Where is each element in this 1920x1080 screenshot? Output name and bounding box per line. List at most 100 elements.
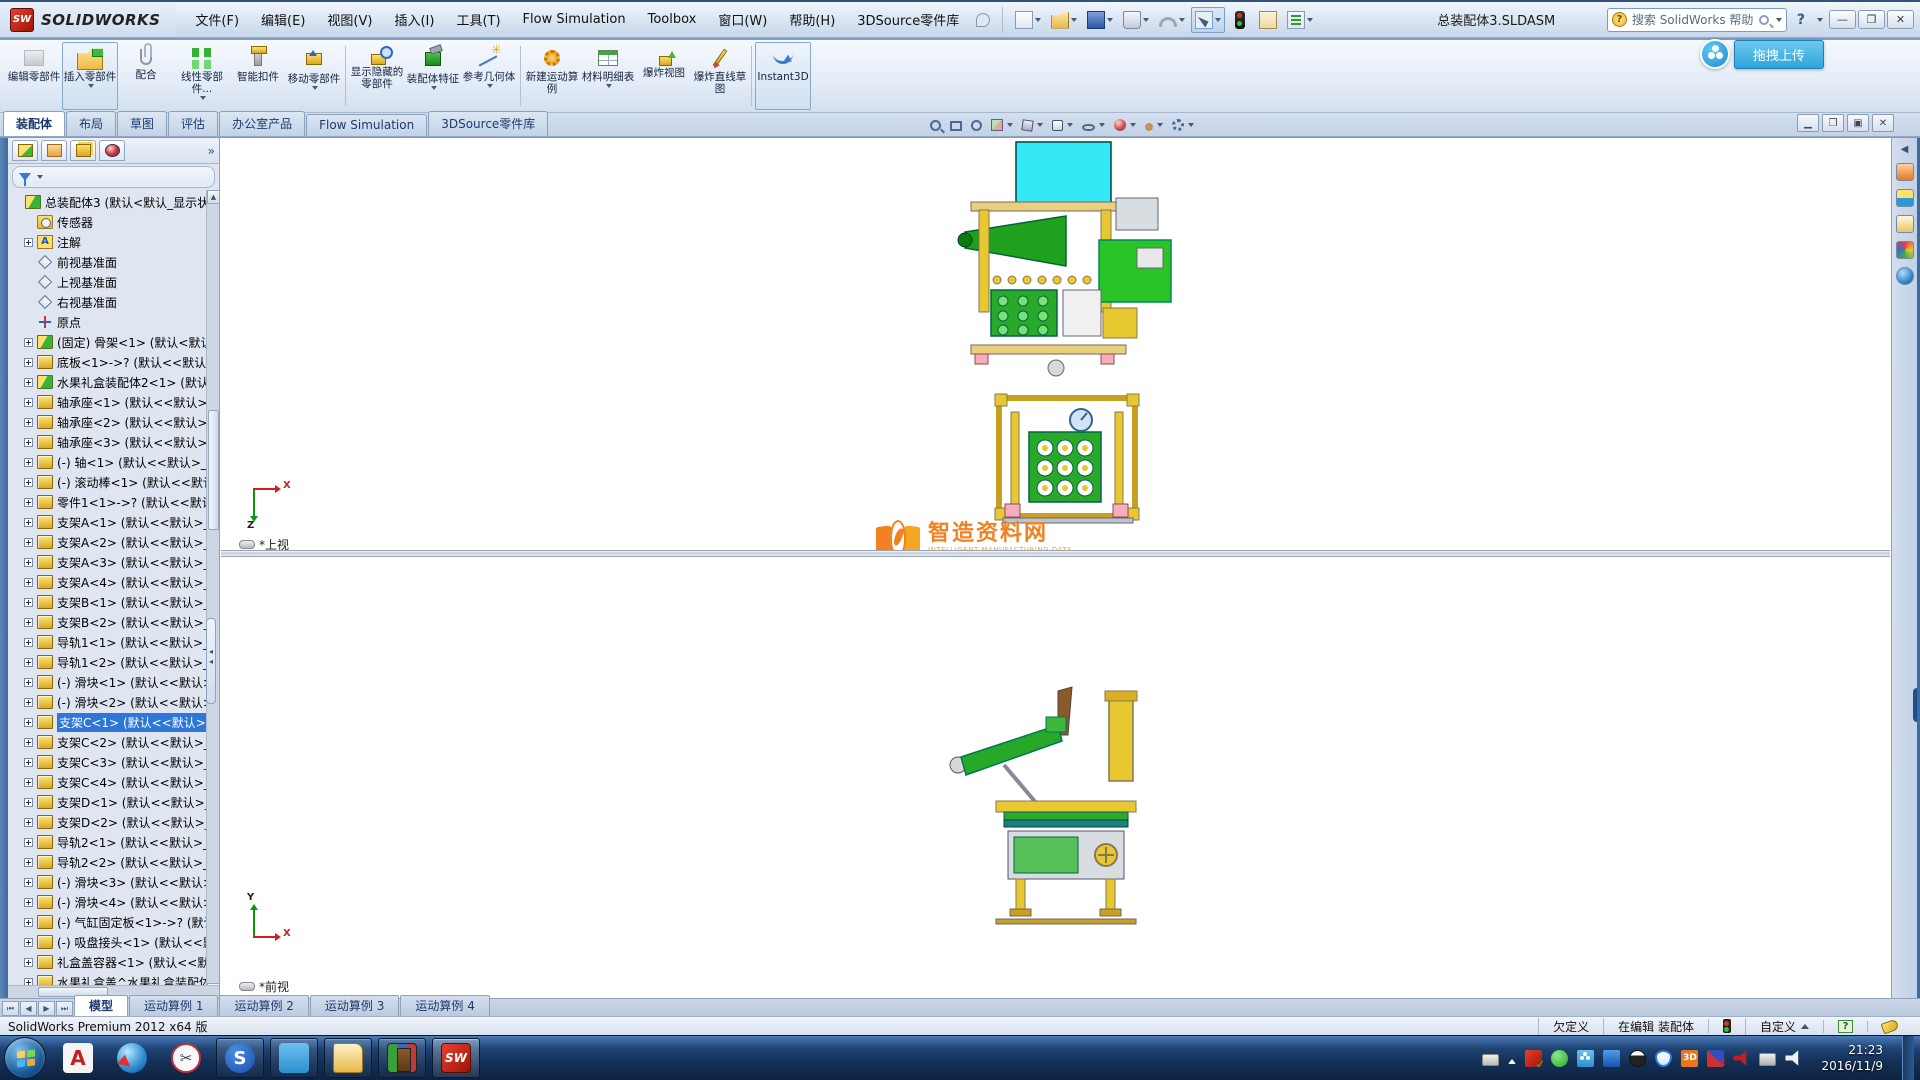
ribbon-button[interactable]: 配合 — [118, 42, 174, 110]
taskbar-app-button[interactable]: A — [54, 1038, 102, 1078]
menu-item[interactable]: 窗口(W) — [707, 2, 778, 37]
zoom-fit-button[interactable] — [930, 120, 941, 131]
taskbar-app-button[interactable]: ✂ — [162, 1038, 210, 1078]
expand-plus-icon[interactable] — [24, 338, 33, 347]
expand-plus-icon[interactable] — [24, 238, 33, 247]
command-tab[interactable]: 评估 — [168, 111, 218, 136]
dropdown-arrow-icon[interactable] — [487, 84, 493, 88]
expand-plus-icon[interactable] — [24, 758, 33, 767]
tray-icon[interactable] — [1655, 1050, 1672, 1067]
dropdown-arrow-icon[interactable] — [88, 84, 94, 88]
tree-item[interactable]: 前视基准面 — [8, 252, 219, 272]
undo-button[interactable] — [1155, 7, 1189, 33]
tray-icon[interactable] — [1525, 1050, 1542, 1067]
tree-item[interactable]: 总装配体3 (默认<默认_显示状 — [8, 192, 219, 212]
search-icon[interactable] — [1759, 15, 1769, 25]
expand-plus-icon[interactable] — [24, 478, 33, 487]
tray-icon[interactable] — [1508, 1059, 1516, 1064]
tree-item[interactable]: 传感器 — [8, 212, 219, 232]
expand-plus-icon[interactable] — [24, 938, 33, 947]
save-button[interactable] — [1083, 7, 1117, 33]
new-document-button[interactable] — [1011, 7, 1045, 33]
tray-icon[interactable] — [1785, 1050, 1802, 1067]
show-desktop-button[interactable] — [1902, 1036, 1914, 1080]
tree-item[interactable]: 注解 — [8, 232, 219, 252]
expand-plus-icon[interactable] — [24, 738, 33, 747]
ribbon-button[interactable]: 爆炸直线草图 — [692, 42, 748, 110]
tray-icon[interactable] — [1577, 1050, 1594, 1067]
expand-plus-icon[interactable] — [24, 878, 33, 887]
expand-plus-icon[interactable] — [24, 958, 33, 967]
ribbon-button[interactable]: 智能扣件 — [230, 42, 286, 110]
tree-item[interactable]: (固定) 骨架<1> (默认<默认 — [8, 332, 219, 352]
search-box[interactable]: ? 搜索 SolidWorks 帮助 — [1607, 8, 1787, 32]
child-restore-button[interactable]: ❐ — [1822, 114, 1844, 132]
ribbon-button[interactable]: 编辑零部件 — [6, 42, 62, 110]
model-tab[interactable]: 运动算例 2 — [219, 995, 308, 1016]
tree-item[interactable]: (-) 气缸固定板<1>->? (默认 — [8, 912, 219, 932]
scrollbar-thumb[interactable] — [208, 410, 219, 530]
status-help-button[interactable]: ? — [1823, 1020, 1867, 1033]
expand-plus-icon[interactable] — [24, 358, 33, 367]
expand-plus-icon[interactable] — [24, 378, 33, 387]
tree-item[interactable]: 导轨1<1> (默认<<默认>_ — [8, 632, 219, 652]
solidworks-resources-icon[interactable] — [1896, 163, 1914, 181]
tree-vertical-scrollbar[interactable]: ▲ ▼ — [206, 190, 219, 985]
expand-plus-icon[interactable] — [24, 518, 33, 527]
taskbar-app-button[interactable] — [324, 1038, 372, 1078]
help-button[interactable]: ? — [1793, 12, 1809, 28]
viewport-split-bar[interactable] — [221, 550, 1890, 557]
ribbon-button[interactable]: 装配体特征 — [405, 42, 461, 110]
model-tab[interactable]: 运动算例 3 — [310, 995, 399, 1016]
expand-plus-icon[interactable] — [24, 838, 33, 847]
menu-item[interactable]: 编辑(E) — [250, 2, 316, 37]
expand-plus-icon[interactable] — [24, 898, 33, 907]
pin-icon[interactable] — [976, 13, 990, 27]
ribbon-button[interactable]: 插入零部件 — [62, 42, 118, 110]
tree-item[interactable]: 导轨2<2> (默认<<默认>_ — [8, 852, 219, 872]
tree-item[interactable]: (-) 滑块<2> (默认<<默认> — [8, 692, 219, 712]
last-tab-button[interactable]: ⏭ — [56, 1001, 73, 1016]
tree-item[interactable]: (-) 轴<1> (默认<<默认>_显 — [8, 452, 219, 472]
model-tab[interactable]: 模型 — [74, 995, 128, 1016]
previous-view-button[interactable] — [971, 120, 982, 131]
status-tag-button[interactable] — [1867, 1021, 1912, 1032]
child-minimize-button[interactable]: ▁ — [1797, 114, 1819, 132]
tray-icon[interactable] — [1759, 1053, 1776, 1066]
tree-filter-bar[interactable] — [12, 166, 215, 188]
command-tab[interactable]: 装配体 — [3, 111, 65, 136]
taskbar-app-button[interactable] — [270, 1038, 318, 1078]
expand-plus-icon[interactable] — [24, 418, 33, 427]
status-units-selector[interactable]: 自定义 — [1745, 1018, 1823, 1035]
drag-upload-overlay[interactable]: 拖拽上传 — [1700, 40, 1824, 68]
scroll-up-arrow[interactable]: ▲ — [207, 190, 219, 204]
expand-plus-icon[interactable] — [24, 918, 33, 927]
expand-plus-icon[interactable] — [24, 798, 33, 807]
panel-tabs-overflow[interactable]: » — [208, 144, 215, 158]
ribbon-button[interactable]: 线性零部件... — [174, 42, 230, 110]
tree-item[interactable]: 水果礼盒盖^水果礼盒装配体 — [8, 972, 219, 985]
appearances-palette-icon[interactable] — [1896, 241, 1914, 259]
tree-item[interactable]: 支架A<4> (默认<<默认>_ — [8, 572, 219, 592]
tree-item[interactable]: 水果礼盒装配体2<1> (默认 — [8, 372, 219, 392]
expand-plus-icon[interactable] — [24, 558, 33, 567]
view-settings-button[interactable] — [1172, 119, 1194, 131]
tree-item[interactable]: 支架C<4> (默认<<默认>_ — [8, 772, 219, 792]
tree-item[interactable]: 零件1<1>->? (默认<<默认 — [8, 492, 219, 512]
tree-item[interactable]: 支架B<1> (默认<<默认>_ — [8, 592, 219, 612]
command-tab[interactable]: 3DSource零件库 — [428, 111, 548, 136]
expand-plus-icon[interactable] — [24, 598, 33, 607]
display-manager-tab[interactable] — [99, 140, 125, 161]
tree-item[interactable]: 支架C<1> (默认<<默认>_ — [8, 712, 219, 732]
command-tab[interactable]: 布局 — [66, 111, 116, 136]
model-front-view[interactable] — [946, 683, 1206, 933]
taskbar-clock[interactable]: 21:23 2016/11/9 — [1811, 1042, 1893, 1074]
model-tab[interactable]: 运动算例 1 — [129, 995, 218, 1016]
tray-icon[interactable] — [1603, 1050, 1620, 1067]
search-dropdown-icon[interactable] — [1776, 18, 1782, 22]
tray-icon[interactable] — [1733, 1050, 1750, 1067]
menu-item[interactable]: 工具(T) — [445, 2, 511, 37]
tree-item[interactable]: 支架A<2> (默认<<默认>_ — [8, 532, 219, 552]
tree-item[interactable]: 支架A<3> (默认<<默认>_ — [8, 552, 219, 572]
expand-plus-icon[interactable] — [24, 498, 33, 507]
